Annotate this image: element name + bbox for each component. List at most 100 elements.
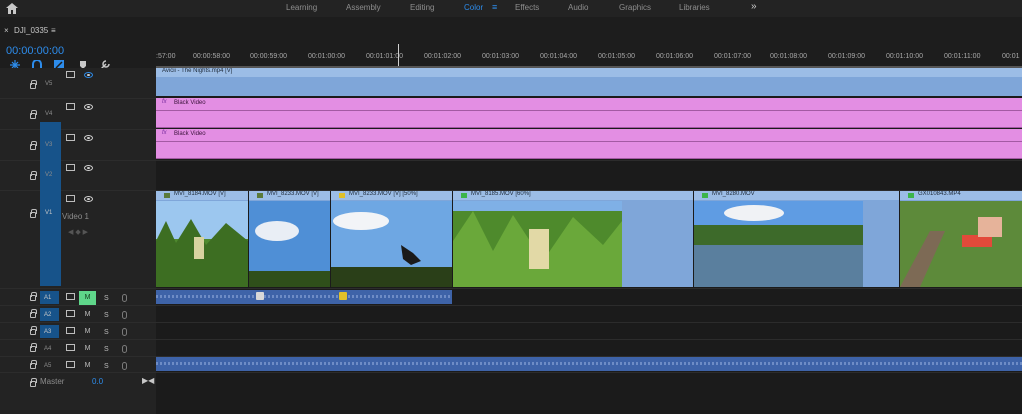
track-name-v1: V1 <box>45 210 53 216</box>
home-icon[interactable] <box>6 3 18 14</box>
clip-band <box>156 141 1022 142</box>
eye-icon[interactable] <box>84 72 93 78</box>
workspace-menu-icon[interactable]: ≡ <box>492 2 497 12</box>
thumbnail-corn-person <box>453 201 622 287</box>
more-workspaces-icon[interactable]: » <box>751 1 757 12</box>
playhead-timecode[interactable]: 00:00:00:00 <box>6 45 64 57</box>
clip-band <box>156 110 1022 111</box>
mute-button-a1[interactable]: M <box>79 291 96 305</box>
workspace-assembly[interactable]: Assembly <box>346 3 381 12</box>
clip-v1-mvi-8185[interactable]: MVI_8185.MOV [60%] <box>453 191 693 287</box>
playhead[interactable] <box>398 44 399 66</box>
film-icon[interactable] <box>66 293 75 300</box>
clip-v1-mvi-8233[interactable]: MVI_8233.MOV [V] <box>249 191 330 287</box>
film-icon[interactable] <box>66 134 75 141</box>
workspace-graphics[interactable]: Graphics <box>619 3 651 12</box>
workspace-audio[interactable]: Audio <box>568 3 588 12</box>
clip-v1-mvi-8233-50[interactable]: MVI_8233.MOV [V] [50%] <box>331 191 452 287</box>
clip-v3-black-video[interactable]: fx Black Video <box>156 129 1022 159</box>
eye-icon[interactable] <box>84 135 93 141</box>
ruler-tick: 00:01:04:00 <box>540 53 577 60</box>
track-divider <box>0 288 1022 289</box>
ruler-tick: 00:01:02:00 <box>424 53 461 60</box>
ruler-tick: 00:01:06:00 <box>656 53 693 60</box>
workspace-editing[interactable]: Editing <box>410 3 434 12</box>
track-name-v5: V5 <box>45 81 53 87</box>
lock-icon[interactable] <box>30 209 37 218</box>
track-name-v3: V3 <box>45 142 53 148</box>
workspace-bar: Learning Assembly Editing Color ≡ Effect… <box>0 0 1022 17</box>
track-divider <box>0 372 1022 373</box>
mic-icon[interactable] <box>122 362 127 370</box>
audio-clip-a5[interactable] <box>156 357 1022 371</box>
mute-button-a3[interactable]: M <box>79 325 96 339</box>
clip-v1-gx010843[interactable]: GX010843.MP4 <box>900 191 1022 287</box>
audio-clip-a1[interactable] <box>156 290 452 304</box>
mic-icon[interactable] <box>122 345 127 353</box>
film-icon[interactable] <box>66 164 75 171</box>
film-icon[interactable] <box>66 103 75 110</box>
mute-button-a4[interactable]: M <box>79 342 96 356</box>
master-track-label: Master <box>40 377 65 386</box>
sequence-tab[interactable]: × DJI_0335 ≡ <box>0 26 156 38</box>
workspace-effects[interactable]: Effects <box>515 3 539 12</box>
solo-button-a2[interactable]: S <box>104 312 109 319</box>
thumbnail-river <box>694 201 863 287</box>
thumbnail-bridge-jump <box>900 201 1022 287</box>
lock-icon[interactable] <box>30 110 37 119</box>
solo-button-a5[interactable]: S <box>104 363 109 370</box>
clip-v4-black-video[interactable]: fx Black Video <box>156 98 1022 128</box>
lock-icon[interactable] <box>30 171 37 180</box>
mic-icon[interactable] <box>122 294 127 302</box>
eye-icon[interactable] <box>84 196 93 202</box>
clip-v5-avicii[interactable]: Avicii - The Nights.mp4 [V] <box>156 68 1022 96</box>
ruler-tick: 00:01:00:00 <box>308 53 345 60</box>
mute-button-a2[interactable]: M <box>79 308 96 322</box>
lock-icon[interactable] <box>30 309 37 318</box>
track-name-a5: A5 <box>44 363 52 369</box>
eye-icon[interactable] <box>84 165 93 171</box>
close-icon[interactable]: × <box>4 26 9 35</box>
workspace-libraries[interactable]: Libraries <box>679 3 710 12</box>
lock-icon[interactable] <box>30 360 37 369</box>
lock-icon[interactable] <box>30 141 37 150</box>
workspace-learning[interactable]: Learning <box>286 3 317 12</box>
lock-icon[interactable] <box>30 343 37 352</box>
solo-button-a3[interactable]: S <box>104 329 109 336</box>
track-name-v4: V4 <box>45 111 53 117</box>
go-to-end-icon[interactable]: ▶◀ <box>142 376 154 385</box>
workspace-color[interactable]: Color <box>464 3 483 12</box>
track-divider <box>0 305 1022 306</box>
track-divider <box>0 322 1022 323</box>
film-icon[interactable] <box>66 310 75 317</box>
mute-button-a5[interactable]: M <box>79 359 96 373</box>
solo-button-a1[interactable]: S <box>104 295 109 302</box>
ruler-tick: 00:01:05:00 <box>598 53 635 60</box>
master-volume-value[interactable]: 0.0 <box>92 377 103 386</box>
lock-icon[interactable] <box>30 292 37 301</box>
lock-icon[interactable] <box>30 378 37 387</box>
film-icon[interactable] <box>66 327 75 334</box>
ruler-tick: 00:01:11:00 <box>944 53 981 60</box>
clip-thumb-icon <box>461 193 467 198</box>
lock-icon[interactable] <box>30 326 37 335</box>
sequence-menu-icon[interactable]: ≡ <box>51 26 56 35</box>
film-icon[interactable] <box>66 361 75 368</box>
lock-icon[interactable] <box>30 80 37 89</box>
mic-icon[interactable] <box>122 311 127 319</box>
ruler-tick: 00:01 <box>1002 53 1020 60</box>
keyframe-navigator[interactable]: ◀ ◆ ▶ <box>68 228 88 236</box>
mic-icon[interactable] <box>122 328 127 336</box>
clip-v1-mvi-8184[interactable]: MVI_8184.MOV [V] <box>156 191 248 287</box>
clip-v1-mvi-8280[interactable]: MVI_8280.MOV <box>694 191 899 287</box>
ruler-tick: 00:01:07:00 <box>714 53 751 60</box>
time-ruler[interactable]: :57:00 00:00:58:00 00:00:59:00 00:01:00:… <box>156 44 1022 68</box>
film-icon[interactable] <box>66 344 75 351</box>
film-icon[interactable] <box>66 195 75 202</box>
clip-thumb-icon <box>256 292 264 300</box>
solo-button-a4[interactable]: S <box>104 346 109 353</box>
ruler-tick: 00:01:09:00 <box>828 53 865 60</box>
film-icon[interactable] <box>66 71 75 78</box>
eye-icon[interactable] <box>84 104 93 110</box>
track-name-a3: A3 <box>44 329 52 335</box>
